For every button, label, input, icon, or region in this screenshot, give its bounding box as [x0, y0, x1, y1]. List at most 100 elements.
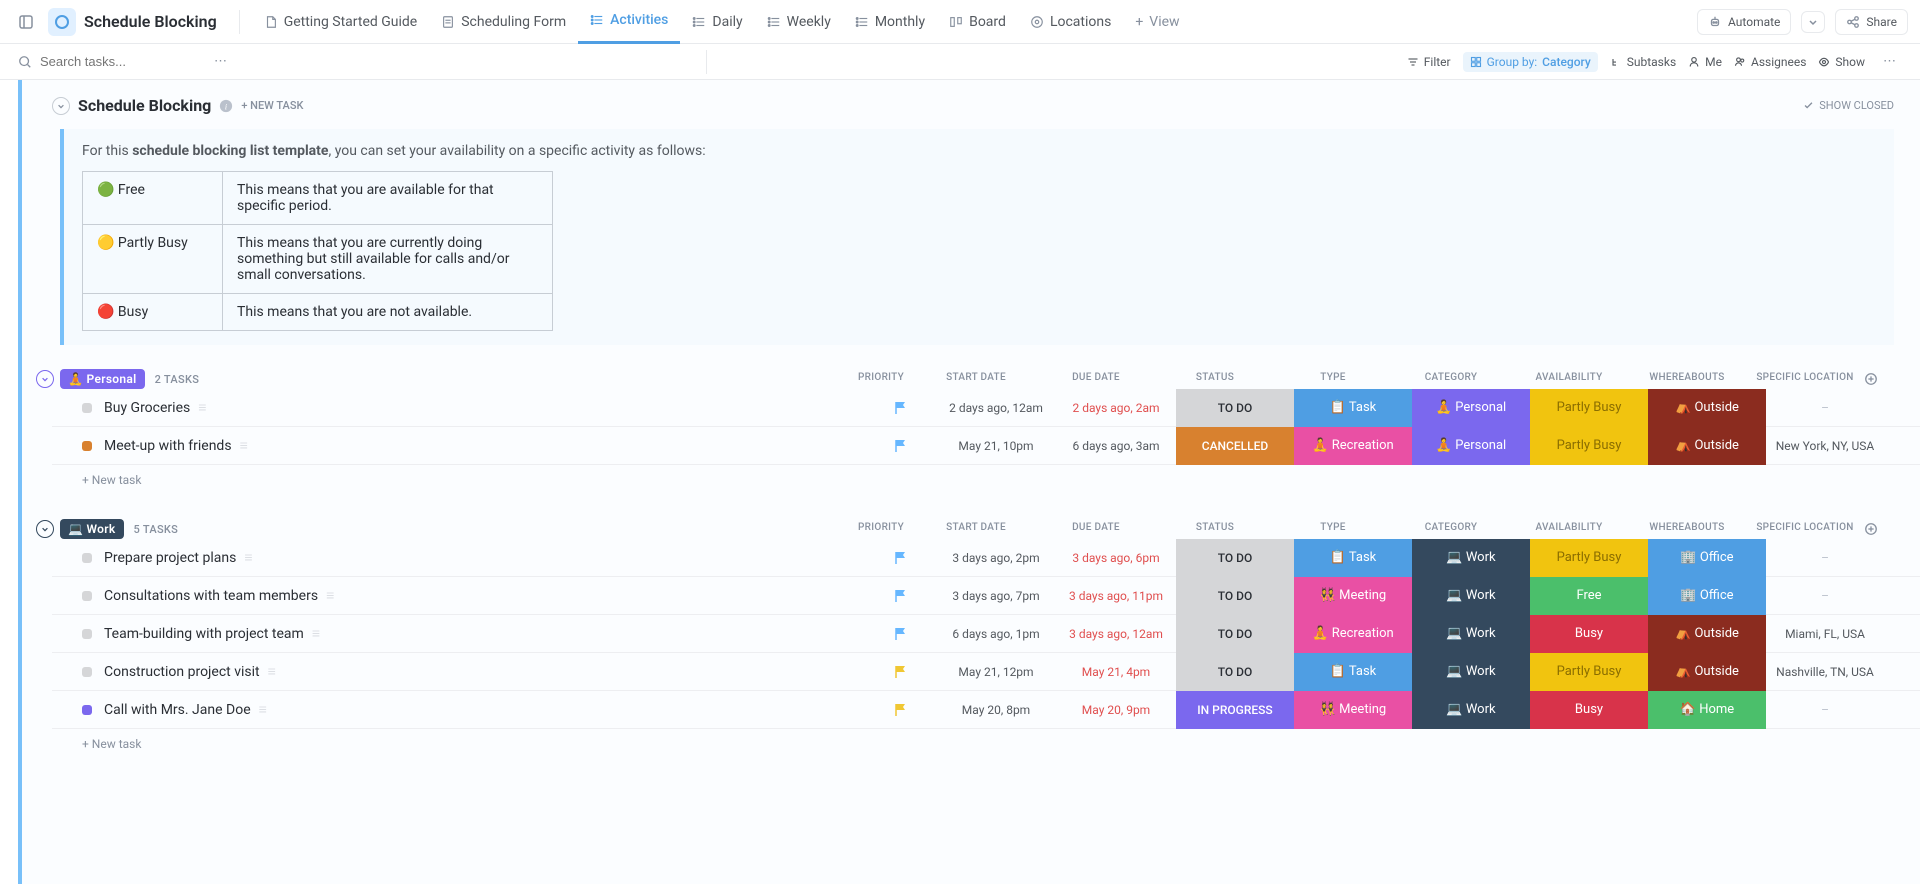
location-cell[interactable]: – [1766, 401, 1884, 415]
filter-button[interactable]: Filter [1407, 55, 1451, 69]
priority-cell[interactable] [866, 400, 936, 416]
due-date-cell[interactable]: 3 days ago, 11pm [1056, 589, 1176, 603]
priority-cell[interactable] [866, 626, 936, 642]
type-cell[interactable]: 🧘 Recreation [1294, 615, 1412, 653]
col-header-category[interactable]: CATEGORY [1392, 522, 1510, 536]
share-button[interactable]: Share [1835, 9, 1908, 35]
start-date-cell[interactable]: 2 days ago, 12am [936, 401, 1056, 415]
automate-button[interactable]: Automate [1697, 9, 1791, 35]
group-label[interactable]: 💻 Work [60, 519, 124, 539]
tab-board[interactable]: Board [937, 0, 1018, 44]
category-cell[interactable]: 🧘 Personal [1412, 427, 1530, 465]
category-cell[interactable]: 💻 Work [1412, 577, 1530, 615]
task-row[interactable]: Construction project visit ≡May 21, 12pm… [52, 653, 1920, 691]
task-row[interactable]: Buy Groceries ≡2 days ago, 12am2 days ag… [52, 389, 1920, 427]
task-name[interactable]: Construction project visit ≡ [104, 663, 866, 680]
category-cell[interactable]: 💻 Work [1412, 691, 1530, 729]
automate-dropdown[interactable] [1801, 11, 1825, 33]
col-header-due[interactable]: DUE DATE [1036, 372, 1156, 386]
due-date-cell[interactable]: 6 days ago, 3am [1056, 439, 1176, 453]
col-header-priority[interactable]: PRIORITY [846, 522, 916, 536]
location-cell[interactable]: – [1766, 589, 1884, 603]
task-name[interactable]: Team-building with project team ≡ [104, 625, 866, 642]
col-header-location[interactable]: SPECIFIC LOCATION [1746, 372, 1864, 386]
col-header-start[interactable]: START DATE [916, 372, 1036, 386]
show-button[interactable]: Show [1818, 55, 1865, 69]
col-header-type[interactable]: TYPE [1274, 372, 1392, 386]
type-cell[interactable]: 👯 Meeting [1294, 691, 1412, 729]
task-row[interactable]: Prepare project plans ≡3 days ago, 2pm3 … [52, 539, 1920, 577]
new-task-button[interactable]: + New task [52, 729, 1920, 759]
drag-handle-icon[interactable]: ≡ [198, 399, 206, 416]
col-header-type[interactable]: TYPE [1274, 522, 1392, 536]
new-task-button[interactable]: + New task [52, 465, 1920, 495]
status-square-icon[interactable] [82, 629, 92, 639]
sidebar-toggle[interactable] [12, 8, 40, 36]
space-icon[interactable] [48, 8, 76, 36]
priority-cell[interactable] [866, 588, 936, 604]
type-cell[interactable]: 📋 Task [1294, 653, 1412, 691]
add-column-button[interactable] [1864, 522, 1900, 536]
col-header-status[interactable]: STATUS [1156, 522, 1274, 536]
drag-handle-icon[interactable]: ≡ [268, 663, 276, 680]
start-date-cell[interactable]: 6 days ago, 1pm [936, 627, 1056, 641]
whereabouts-cell[interactable]: ⛺ Outside [1648, 427, 1766, 465]
task-row[interactable]: Consultations with team members ≡ 3 days … [52, 577, 1920, 615]
type-cell[interactable]: 📋 Task [1294, 539, 1412, 577]
group-label[interactable]: 🧘 Personal [60, 369, 145, 389]
collapse-list-icon[interactable] [52, 97, 70, 115]
whereabouts-cell[interactable]: 🏢 Office [1648, 577, 1766, 615]
task-row[interactable]: Meet-up with friends ≡ May 21, 10pm6 days… [52, 427, 1920, 465]
info-icon[interactable]: i [219, 99, 233, 113]
start-date-cell[interactable]: 3 days ago, 7pm [936, 589, 1056, 603]
availability-cell[interactable]: Partly Busy [1530, 427, 1648, 465]
col-header-whereabouts[interactable]: WHEREABOUTS [1628, 372, 1746, 386]
task-name[interactable]: Meet-up with friends ≡ [104, 437, 866, 454]
location-cell[interactable]: New York, NY, USA [1766, 439, 1884, 453]
due-date-cell[interactable]: May 20, 9pm [1056, 703, 1176, 717]
category-cell[interactable]: 💻 Work [1412, 653, 1530, 691]
status-square-icon[interactable] [82, 553, 92, 563]
col-header-availability[interactable]: AVAILABILITY [1510, 372, 1628, 386]
tab-monthly[interactable]: Monthly [843, 0, 937, 44]
col-header-priority[interactable]: PRIORITY [846, 372, 916, 386]
whereabouts-cell[interactable]: 🏢 Office [1648, 539, 1766, 577]
tab-daily[interactable]: Daily [680, 0, 754, 44]
type-cell[interactable]: 📋 Task [1294, 389, 1412, 427]
task-name[interactable]: Consultations with team members ≡ [104, 587, 866, 604]
priority-cell[interactable] [866, 664, 936, 680]
due-date-cell[interactable]: May 21, 4pm [1056, 665, 1176, 679]
tab-locations[interactable]: Locations [1018, 0, 1123, 44]
status-cell[interactable]: IN PROGRESS [1176, 691, 1294, 729]
add-column-button[interactable] [1864, 372, 1900, 386]
tab-weekly[interactable]: Weekly [755, 0, 843, 44]
status-cell[interactable]: TO DO [1176, 577, 1294, 615]
location-cell[interactable]: Nashville, TN, USA [1766, 665, 1884, 679]
status-cell[interactable]: CANCELLED [1176, 427, 1294, 465]
col-header-location[interactable]: SPECIFIC LOCATION [1746, 522, 1864, 536]
col-header-whereabouts[interactable]: WHEREABOUTS [1628, 522, 1746, 536]
availability-cell[interactable]: Partly Busy [1530, 539, 1648, 577]
assignees-button[interactable]: Assignees [1734, 55, 1806, 69]
tab-activities[interactable]: Activities [578, 0, 680, 44]
category-cell[interactable]: 🧘 Personal [1412, 389, 1530, 427]
status-square-icon[interactable] [82, 441, 92, 451]
whereabouts-cell[interactable]: ⛺ Outside [1648, 653, 1766, 691]
status-square-icon[interactable] [82, 591, 92, 601]
location-cell[interactable]: – [1766, 703, 1884, 717]
category-cell[interactable]: 💻 Work [1412, 539, 1530, 577]
col-header-status[interactable]: STATUS [1156, 372, 1274, 386]
due-date-cell[interactable]: 2 days ago, 2am [1056, 401, 1176, 415]
drag-handle-icon[interactable]: ≡ [312, 625, 320, 642]
col-header-category[interactable]: CATEGORY [1392, 372, 1510, 386]
status-square-icon[interactable] [82, 403, 92, 413]
start-date-cell[interactable]: May 21, 10pm [936, 439, 1056, 453]
whereabouts-cell[interactable]: 🏠 Home [1648, 691, 1766, 729]
status-cell[interactable]: TO DO [1176, 389, 1294, 427]
collapse-group-icon[interactable] [36, 520, 54, 538]
search-more-icon[interactable]: ⋯ [208, 54, 233, 69]
start-date-cell[interactable]: 3 days ago, 2pm [936, 551, 1056, 565]
tab-getting-started-guide[interactable]: Getting Started Guide [252, 0, 430, 44]
availability-cell[interactable]: Partly Busy [1530, 653, 1648, 691]
collapse-group-icon[interactable] [36, 370, 54, 388]
